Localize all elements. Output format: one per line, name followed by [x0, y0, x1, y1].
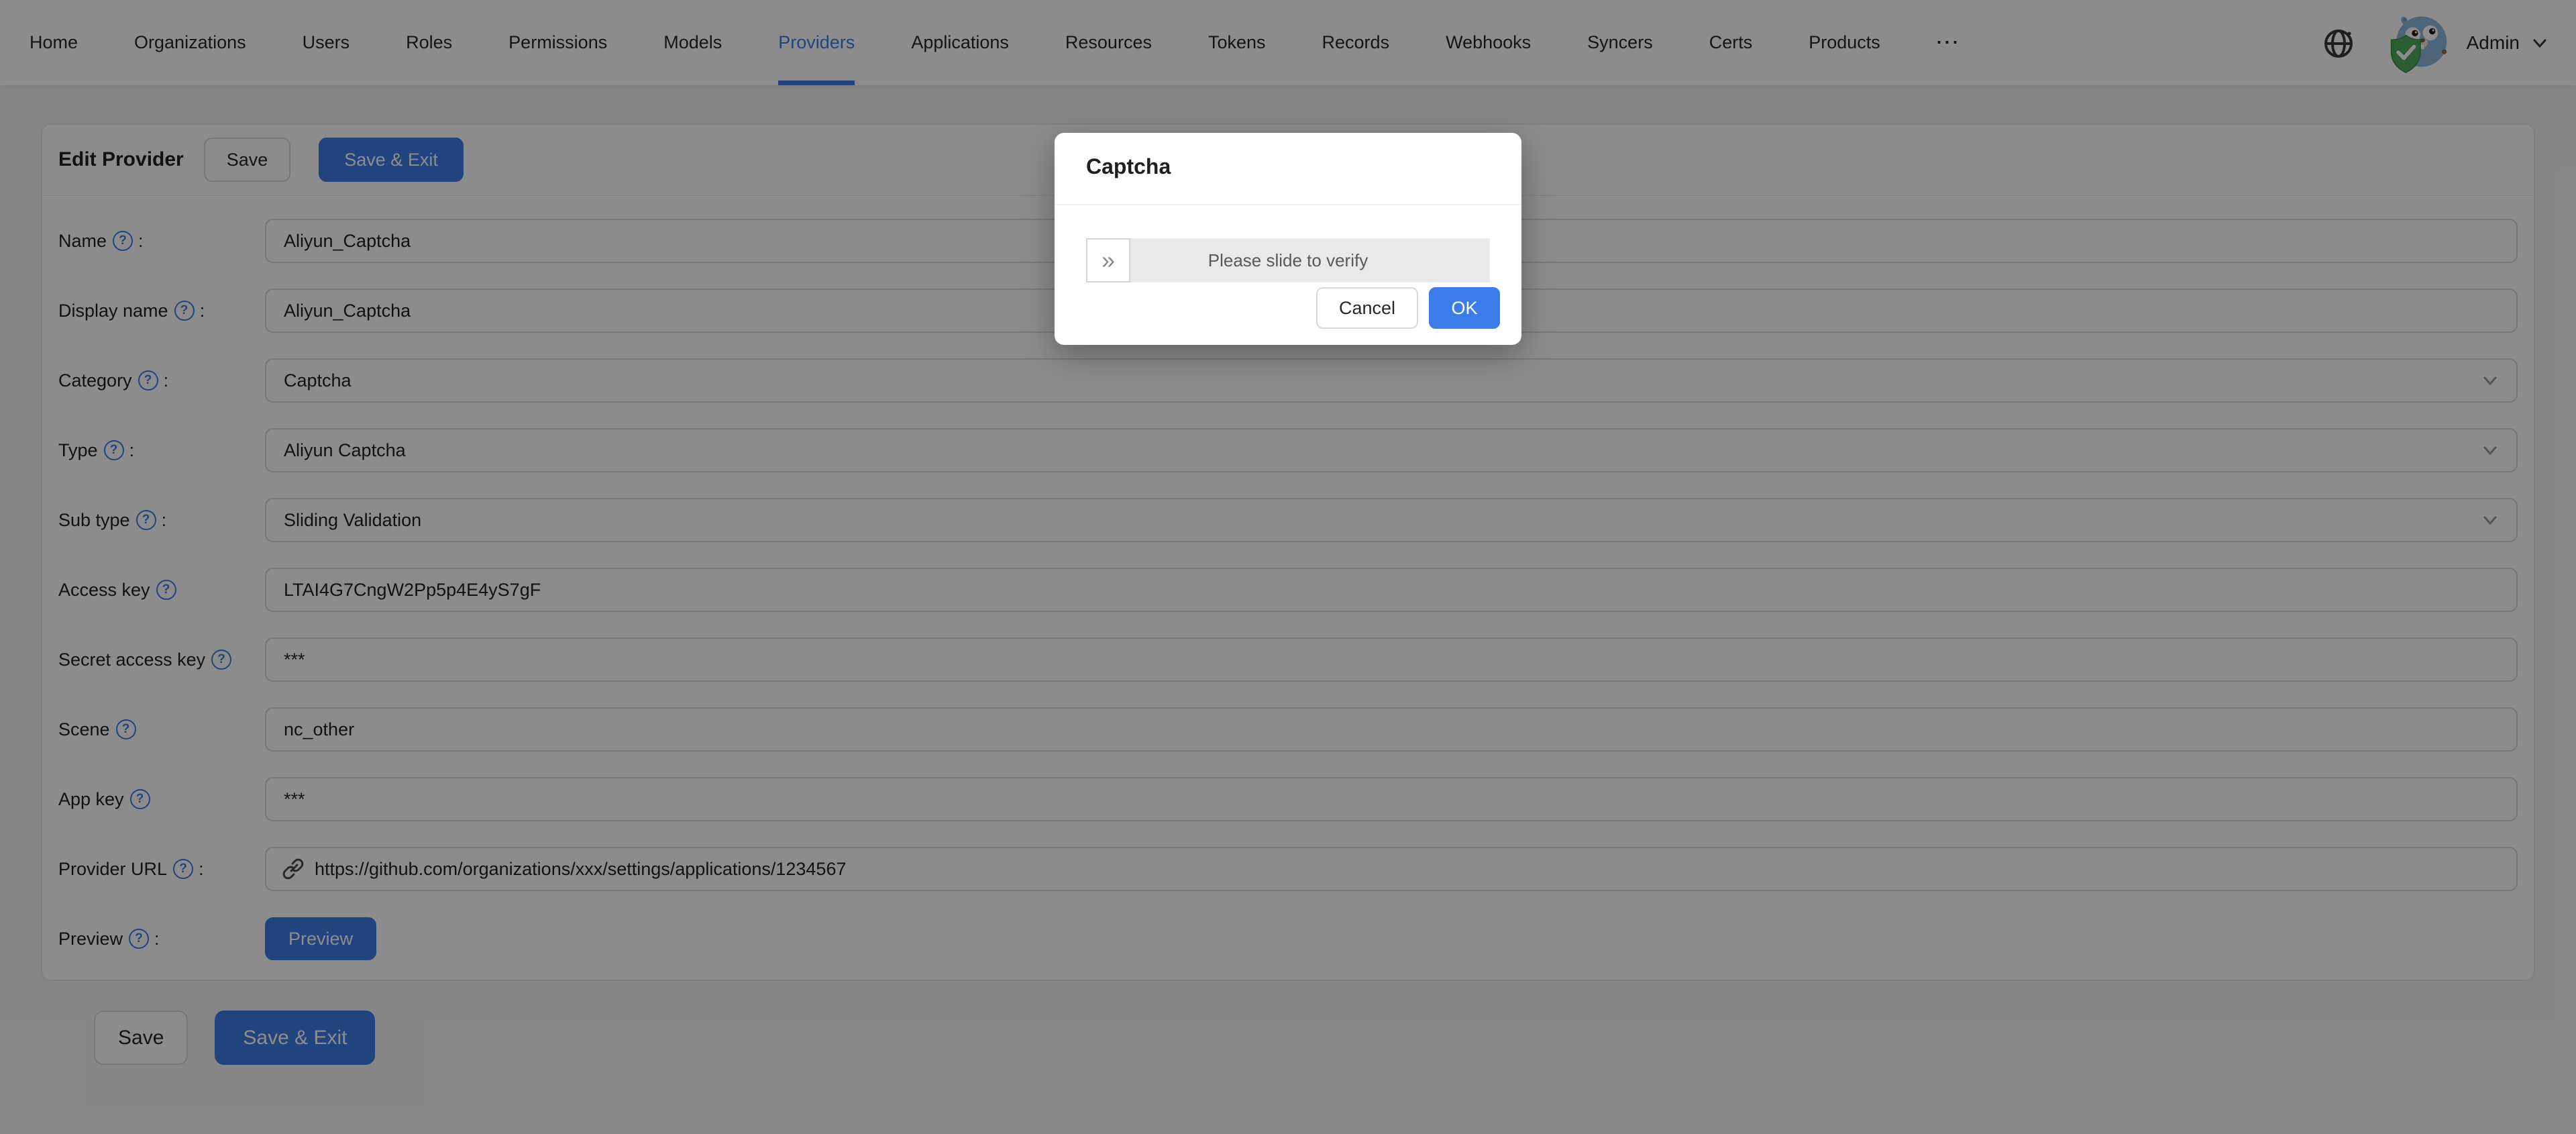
ok-button[interactable]: OK	[1429, 287, 1500, 329]
double-chevron-right-icon: »	[1102, 246, 1115, 274]
captcha-slider: Please slide to verify »	[1086, 238, 1490, 282]
captcha-modal: Captcha Please slide to verify » Cancel …	[1055, 133, 1521, 345]
cancel-button[interactable]: Cancel	[1316, 287, 1418, 329]
modal-header-divider	[1055, 204, 1521, 205]
modal-footer: Cancel OK	[1316, 287, 1500, 329]
modal-title: Captcha	[1086, 154, 1171, 179]
slider-hint-text: Please slide to verify	[1086, 238, 1490, 282]
slider-handle[interactable]: »	[1086, 238, 1130, 282]
